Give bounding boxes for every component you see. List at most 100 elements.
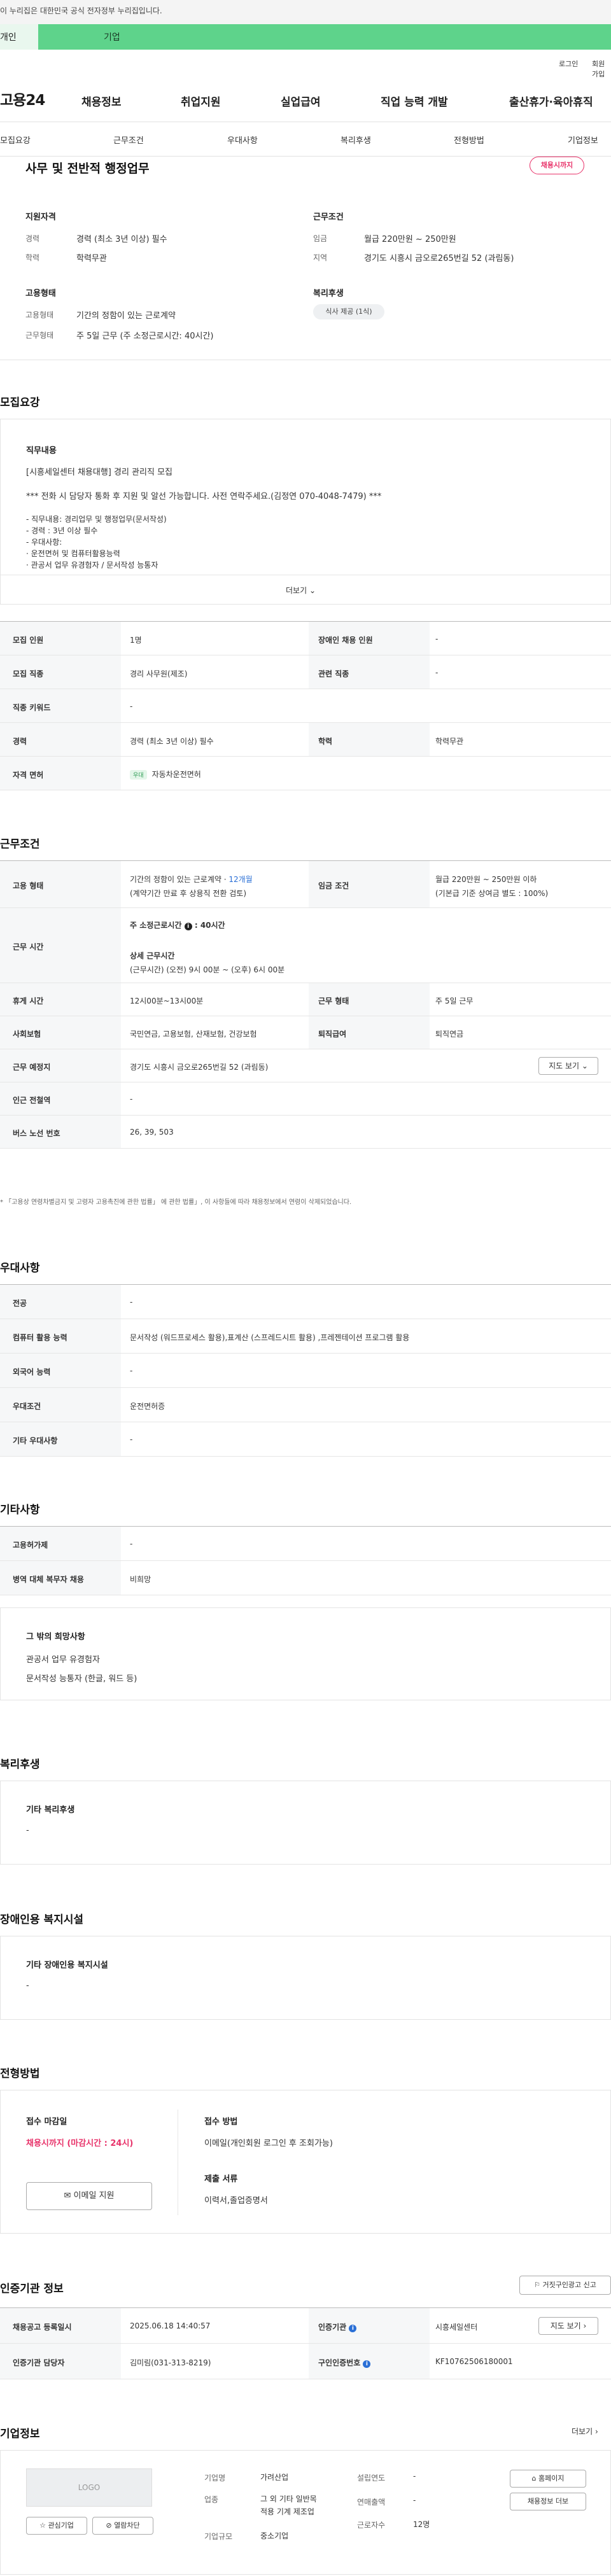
th-break: 휴게 시간 <box>13 997 44 1005</box>
etc-table: 고용허가제 - 병역 대체 복무자 채용 비희망 <box>0 1526 611 1595</box>
th-permit: 고용허가제 <box>13 1541 48 1550</box>
report-fake-ad-button[interactable]: ⚐ 거짓구인광고 신고 <box>519 2276 611 2295</box>
login-link[interactable]: 로그인 <box>559 59 578 69</box>
hours-detail-label: 상세 근무시간 <box>130 951 175 960</box>
td-military: 비희망 <box>130 1575 151 1584</box>
favorite-label: 관심기업 <box>48 2521 74 2530</box>
welfare-box: 기타 복리후생 - <box>0 1781 611 1865</box>
info-icon[interactable]: i <box>363 2360 371 2368</box>
company-jobs-button[interactable]: 채용정보 더보 <box>510 2493 586 2510</box>
th-manager: 인증기관 담당자 <box>13 2358 65 2367</box>
apply-heading: 전형방법 <box>0 2068 40 2080</box>
gov-notice-bar: 이 누리집은 대한민국 공식 전자정부 누리집입니다. <box>0 0 611 24</box>
agency-heading: 인증기관 정보 <box>0 2283 64 2295</box>
wish-line: 관공서 업무 유경험자 <box>26 1655 100 1665</box>
th-language: 외국어 능력 <box>13 1368 51 1376</box>
subnav-welfare[interactable]: 복리후생 <box>341 134 371 146</box>
wage-label: 임금 <box>313 234 328 243</box>
homepage-label: 홈페이지 <box>538 2474 565 2482</box>
th-insurance: 사회보험 <box>13 1030 41 1039</box>
td-disabled-count: - <box>435 634 439 643</box>
email-apply-button[interactable]: ✉ 이메일 지원 <box>26 2182 152 2210</box>
staff-label: 근로자수 <box>357 2521 386 2530</box>
recruit-more-label: 더보기 <box>286 586 307 595</box>
td-work-form: 주 5일 근무 <box>435 997 474 1005</box>
subnav-preference[interactable]: 우대사항 <box>227 134 258 146</box>
td-other-pref: - <box>130 1435 133 1444</box>
company-logo-placeholder: LOGO <box>26 2468 152 2507</box>
th-related-job: 관련 직종 <box>318 669 349 678</box>
th-major: 전공 <box>13 1299 27 1308</box>
subnav-conditions[interactable]: 근무조건 <box>113 134 144 146</box>
th-hours: 근무 시간 <box>13 942 44 951</box>
report-label: 거짓구인광고 신고 <box>542 2281 596 2289</box>
info-icon[interactable]: i <box>184 923 192 930</box>
worktype-value: 주 5일 근무 (주 소정근로시간: 40시간) <box>76 332 214 341</box>
recruit-more-button[interactable]: 더보기 ⌄ <box>286 585 316 596</box>
subnav-recruit[interactable]: 모집요강 <box>0 134 31 146</box>
favorite-company-button[interactable]: ☆ 관심기업 <box>26 2517 87 2535</box>
docs-label: 제출 서류 <box>204 2174 238 2184</box>
global-nav: 고용24 채용정보 취업지원 실업급여 직업 능력 개발 출산휴가·육아휴직 <box>0 74 611 122</box>
method-value: 이메일(개인회원 로그인 후 조회가능) <box>204 2139 333 2148</box>
subnav-apply[interactable]: 전형방법 <box>454 134 484 146</box>
map-button[interactable]: 지도 보기 ⌄ <box>538 1057 598 1075</box>
td-keyword: - <box>130 702 133 711</box>
td-license: 우대 자동차운전면허 <box>130 769 201 780</box>
industry-label: 업종 <box>204 2495 219 2504</box>
table-row: 우대조건 운전면허증 <box>0 1388 611 1422</box>
tab-individual[interactable]: 개인 <box>0 24 38 50</box>
table-row: 버스 노선 번호 26, 39, 503 <box>0 1116 611 1149</box>
gnb-item-jobs[interactable]: 채용정보 <box>81 93 122 109</box>
apply-box: 접수 마감일 채용시까지 (마감시간 : 24시) ✉ 이메일 지원 접수 방법… <box>0 2090 611 2234</box>
th-agency: 인증기관 i <box>318 2321 357 2332</box>
th-computer: 컴퓨터 활용 능력 <box>13 1333 67 1342</box>
site-logo[interactable]: 고용24 <box>0 88 45 109</box>
tab-company[interactable]: 기업 <box>38 24 611 50</box>
company-name-value: 가려산업 <box>260 2473 289 2482</box>
gnb-item-employment-support[interactable]: 취업지원 <box>181 93 221 109</box>
qual-title: 지원자격 <box>25 213 56 222</box>
block-icon: ⊘ <box>106 2521 112 2530</box>
td-insurance: 국민연금, 고용보험, 산재보험, 건강보험 <box>130 1030 257 1039</box>
chevron-down-icon: ⌄ <box>309 586 316 595</box>
td-emp-type-line1: 기간의 정함이 있는 근로계약 · 12개월 <box>130 874 253 885</box>
hours-week-label: 주 소정근로시간 <box>130 921 182 930</box>
reqno-label: 구인인증번호 <box>318 2358 361 2367</box>
td-reg-date: 2025.06.18 14:40:57 <box>130 2321 211 2330</box>
emptype-value: 기간의 정함이 있는 근로계약 <box>76 311 176 321</box>
company-more-label: 더보기 <box>572 2427 593 2436</box>
homepage-button[interactable]: ⌂ 홈페이지 <box>510 2470 586 2488</box>
info-icon[interactable]: i <box>349 2325 357 2332</box>
subnav-company[interactable]: 기업정보 <box>568 134 598 146</box>
agency-map-button[interactable]: 지도 보기 › <box>538 2317 598 2335</box>
disabled-box-title: 기타 장애인용 복지시설 <box>26 1961 108 1970</box>
job-desc-line: [시흥세일센터 채용대행] 경리 관리직 모집 <box>26 468 172 477</box>
table-row: 사회보험 국민연금, 고용보험, 산재보험, 건강보험 퇴직급여 퇴직연금 <box>0 1016 611 1049</box>
status-badge: 채용시까지 <box>530 157 584 174</box>
emptype-label: 고용형태 <box>25 311 54 319</box>
gnb-item-unemployment-benefit[interactable]: 실업급여 <box>281 93 321 109</box>
hours-week: 주 소정근로시간 i : 40시간 <box>130 921 225 930</box>
gnb-item-parental-leave[interactable]: 출산휴가·육아휴직 <box>509 93 593 109</box>
industry-value-line2: 적용 기계 제조업 <box>260 2507 314 2516</box>
recruit-box: 직무내용 [시흥세일센터 채용대행] 경리 관리직 모집 *** 전화 시 담당… <box>0 419 611 605</box>
td-break: 12시00분~13시00분 <box>130 997 204 1005</box>
wish-title: 그 밖의 희망사항 <box>26 1632 85 1642</box>
td-job: 경리 사무원(제조) <box>130 669 188 678</box>
th-retirement: 퇴직급여 <box>318 1030 347 1039</box>
table-row: 인증기관 담당자 김미림(031-313-8219) 구인인증번호 i KF10… <box>0 2344 611 2379</box>
td-wage-line2: (기본급 기준 상여금 별도 : 100%) <box>435 889 549 898</box>
th-preference: 우대조건 <box>13 1402 41 1411</box>
gnb-item-training[interactable]: 직업 능력 개발 <box>381 93 448 109</box>
th-education: 학력 <box>318 737 333 746</box>
table-row: 근무 예정지 경기도 시흥시 금오로265번길 52 (과림동) 지도 보기 ⌄ <box>0 1049 611 1082</box>
area-label: 지역 <box>313 253 328 262</box>
chevron-down-icon: ⌄ <box>581 1061 588 1070</box>
block-company-button[interactable]: ⊘ 열람차단 <box>92 2517 153 2535</box>
company-more-link[interactable]: 더보기 › <box>572 2426 598 2437</box>
industry-value-line1: 그 외 기타 일반목 <box>260 2495 317 2503</box>
star-icon: ☆ <box>39 2521 46 2530</box>
table-row: 전공 - <box>0 1285 611 1319</box>
table-row: 고용 형태 기간의 정함이 있는 근로계약 · 12개월 (계약기간 만료 후 … <box>0 861 611 908</box>
